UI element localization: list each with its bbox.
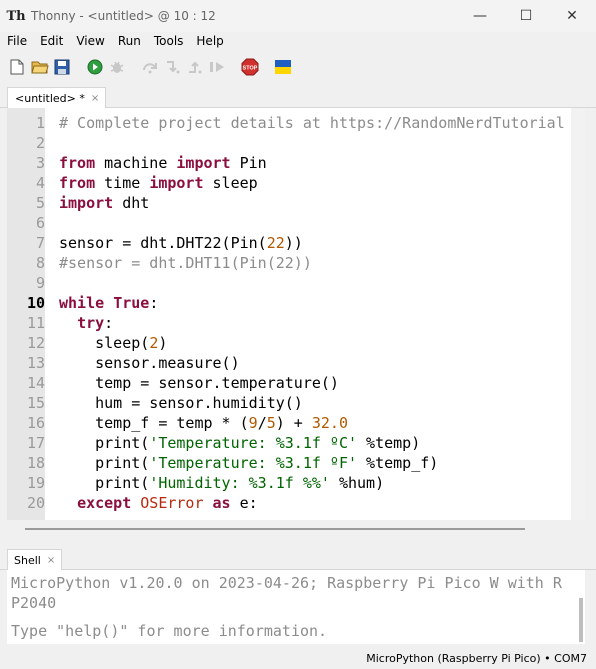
code-line: sleep(2) [59, 334, 168, 352]
title-bar: Th Thonny - <untitled> @ 10 : 12 — ☐ ✕ [0, 0, 596, 32]
shell-output-line: P2040 [11, 594, 57, 612]
horizontal-scroll-thumb[interactable] [25, 528, 525, 530]
open-file-icon[interactable] [31, 58, 49, 76]
resume-icon[interactable] [208, 58, 226, 76]
step-over-icon[interactable] [141, 58, 159, 76]
code-line: from time import sleep [59, 174, 258, 192]
line-number: 5 [35, 194, 45, 212]
editor-tab-strip: <untitled> * × [0, 86, 596, 108]
line-number-gutter: 1 2 3 4 5 6 7 8 9 10 11 12 13 14 15 16 1… [7, 108, 45, 520]
code-editor[interactable]: 1 2 3 4 5 6 7 8 9 10 11 12 13 14 15 16 1… [7, 108, 585, 520]
line-number: 4 [35, 174, 45, 192]
shell-tab-strip: Shell × [0, 548, 596, 570]
code-line: print('Temperature: %3.1f ºF' %temp_f) [59, 454, 439, 472]
code-line: sensor.measure() [59, 354, 240, 372]
shell-tab-close-icon[interactable]: × [47, 555, 55, 566]
line-number: 15 [26, 394, 45, 412]
line-number: 8 [35, 254, 45, 272]
line-number: 2 [35, 134, 45, 152]
line-number: 19 [26, 474, 45, 492]
line-number: 3 [35, 154, 45, 172]
line-number: 11 [26, 314, 45, 332]
debug-icon[interactable] [108, 58, 126, 76]
menu-bar: File Edit View Run Tools Help [0, 32, 596, 50]
code-line: #sensor = dht.DHT11(Pin(22)) [59, 254, 312, 272]
tab-close-icon[interactable]: × [91, 93, 99, 104]
menu-run[interactable]: Run [111, 34, 147, 48]
tab-untitled-label: <untitled> * [15, 91, 85, 105]
editor-vertical-scrollbar[interactable] [571, 108, 585, 520]
code-line: temp_f = temp * (9/5) + 32.0 [59, 414, 348, 432]
window-title: Thonny - <untitled> @ 10 : 12 [31, 9, 216, 23]
shell-vertical-scrollbar[interactable] [579, 598, 583, 642]
ukraine-flag-icon[interactable] [274, 58, 292, 76]
menu-help[interactable]: Help [189, 34, 229, 48]
shell-output-line: Type "help()" for more information. [11, 622, 328, 640]
close-button[interactable]: ✕ [549, 0, 595, 32]
new-file-icon[interactable] [8, 58, 26, 76]
tab-shell[interactable]: Shell × [7, 549, 63, 570]
svg-text:STOP: STOP [243, 66, 258, 72]
status-bar: MicroPython (Raspberry Pi Pico) • COM7 [0, 648, 596, 669]
tab-untitled[interactable]: <untitled> * × [7, 87, 107, 108]
shell-output-line: MicroPython v1.20.0 on 2023-04-26; Raspb… [11, 574, 562, 592]
thonny-app-icon: Th [6, 8, 26, 24]
line-number: 20 [26, 494, 45, 512]
editor-horizontal-scrollbar[interactable] [7, 520, 585, 538]
line-number: 17 [26, 434, 45, 452]
save-icon[interactable] [53, 58, 71, 76]
run-icon[interactable] [86, 58, 104, 76]
maximize-button[interactable]: ☐ [503, 0, 549, 32]
stop-icon[interactable]: STOP [240, 58, 260, 76]
line-number: 14 [26, 374, 45, 392]
code-area[interactable]: # Complete project details at https://Ra… [59, 108, 567, 520]
menu-file[interactable]: File [0, 34, 33, 48]
line-number: 7 [35, 234, 45, 252]
menu-edit[interactable]: Edit [33, 34, 69, 48]
menu-tools[interactable]: Tools [147, 34, 190, 48]
line-number: 6 [35, 214, 45, 232]
code-line: sensor = dht.DHT22(Pin(22)) [59, 234, 303, 252]
shell-panel[interactable]: MicroPython v1.20.0 on 2023-04-26; Raspb… [7, 570, 585, 644]
code-line: # Complete project details at https://Ra… [59, 114, 565, 132]
line-number: 12 [26, 334, 45, 352]
line-number: 16 [26, 414, 45, 432]
tab-shell-label: Shell [14, 553, 41, 567]
code-line: while True: [59, 294, 159, 312]
code-line: try: [77, 314, 114, 332]
code-line: print('Temperature: %3.1f ºC' %temp) [59, 434, 421, 452]
step-into-icon[interactable] [164, 58, 182, 76]
code-line: hum = sensor.humidity() [59, 394, 303, 412]
code-line: except OSError as e: [77, 494, 258, 512]
line-number: 13 [26, 354, 45, 372]
line-number: 18 [26, 454, 45, 472]
code-line: import dht [59, 194, 150, 212]
menu-view[interactable]: View [69, 34, 110, 48]
code-line: from machine import Pin [59, 154, 267, 172]
code-line: temp = sensor.temperature() [59, 374, 339, 392]
line-number: 9 [35, 274, 45, 292]
code-line: print('Humidity: %3.1f %%' %hum) [59, 474, 385, 492]
current-line-number: 10 [26, 294, 45, 312]
step-out-icon[interactable] [186, 58, 204, 76]
line-number: 1 [35, 114, 45, 132]
minimize-button[interactable]: — [457, 0, 503, 32]
interpreter-status[interactable]: MicroPython (Raspberry Pi Pico) • COM7 [366, 652, 587, 665]
